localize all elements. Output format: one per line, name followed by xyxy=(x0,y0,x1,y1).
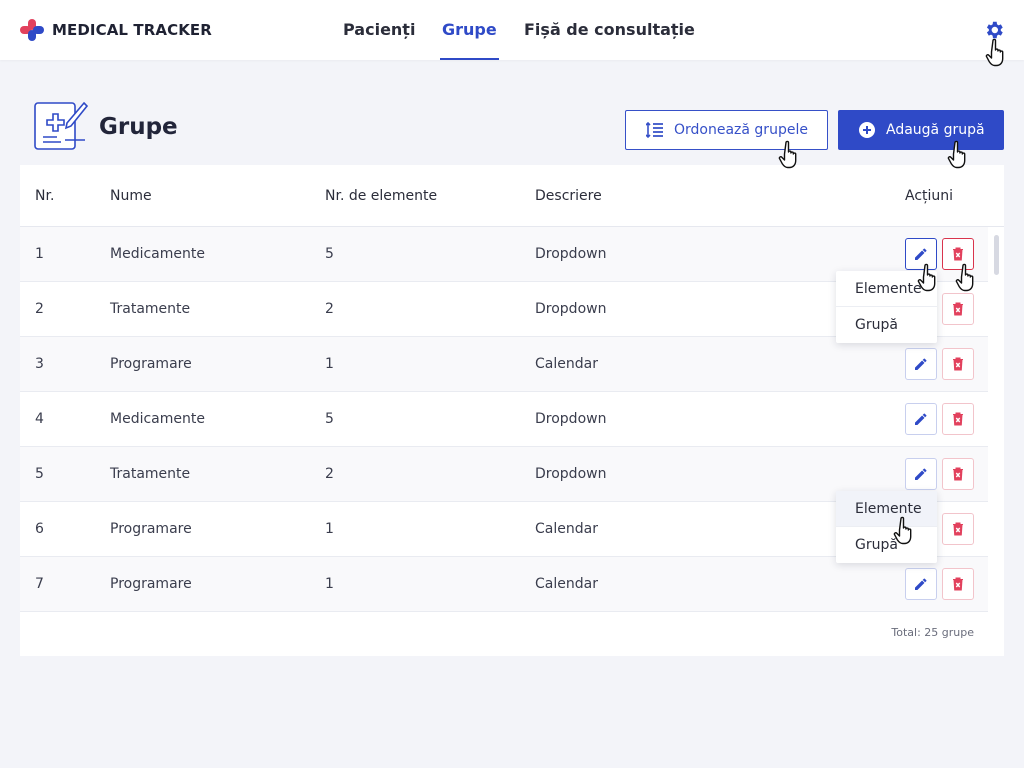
medical-cross-logo-icon xyxy=(20,19,44,41)
delete-button[interactable] xyxy=(942,403,974,435)
cell-nr: 5 xyxy=(35,466,44,482)
trash-icon xyxy=(953,247,963,261)
column-header-nr: Nr. xyxy=(35,188,55,204)
cell-name: Programare xyxy=(110,521,192,537)
pencil-icon xyxy=(915,468,927,480)
cell-description: Calendar xyxy=(535,576,598,592)
app-logo[interactable]: MEDICAL TRACKER xyxy=(20,19,212,41)
column-header-count: Nr. de elemente xyxy=(325,188,438,204)
trash-icon xyxy=(953,467,963,481)
menu-item-grupa[interactable]: Grupă xyxy=(836,307,937,343)
trash-icon xyxy=(953,522,963,536)
cell-description: Calendar xyxy=(535,521,598,537)
cell-nr: 3 xyxy=(35,356,44,372)
delete-button[interactable] xyxy=(942,293,974,325)
settings-gear-icon[interactable] xyxy=(983,19,1005,41)
column-header-description: Descriere xyxy=(535,188,602,204)
trash-icon xyxy=(953,412,963,426)
medical-clipboard-icon xyxy=(34,101,89,150)
edit-button[interactable] xyxy=(905,403,937,435)
cell-count: 1 xyxy=(325,356,334,372)
cell-name: Programare xyxy=(110,356,192,372)
cell-count: 2 xyxy=(325,301,334,317)
pencil-icon xyxy=(915,413,927,425)
cell-description: Dropdown xyxy=(535,466,607,482)
pencil-icon xyxy=(915,578,927,590)
cell-name: Tratamente xyxy=(110,466,191,482)
cell-nr: 4 xyxy=(35,411,44,427)
menu-item-grupa[interactable]: Grupă xyxy=(836,527,937,563)
cell-name: Medicamente xyxy=(110,411,205,427)
menu-item-elemente[interactable]: Elemente xyxy=(836,491,937,527)
cell-nr: 7 xyxy=(35,576,44,592)
table-header: Nr. Nume Nr. de elemente Descriere Acțiu… xyxy=(20,165,1004,227)
column-header-actions: Acțiuni xyxy=(905,188,954,204)
delete-button[interactable] xyxy=(942,513,974,545)
total-count: Total: 25 grupe xyxy=(891,626,974,639)
ordered-list-icon xyxy=(646,121,663,139)
groups-table-card: Nr. Nume Nr. de elemente Descriere Acțiu… xyxy=(20,165,1004,656)
cell-count: 1 xyxy=(325,521,334,537)
menu-item-elemente[interactable]: Elemente xyxy=(836,271,937,307)
cell-description: Dropdown xyxy=(535,301,607,317)
app-name: MEDICAL TRACKER xyxy=(52,21,212,39)
tab-grupe[interactable]: Grupe xyxy=(440,20,499,60)
delete-button[interactable] xyxy=(942,458,974,490)
tab-fisa-de-consultatie[interactable]: Fișă de consultație xyxy=(524,20,695,39)
edit-menu-row-6: Elemente Grupă xyxy=(836,491,937,563)
table-row: 3 Programare 1 Calendar xyxy=(20,337,988,392)
cell-name: Tratamente xyxy=(110,301,191,317)
table-row: 7 Programare 1 Calendar xyxy=(20,557,988,612)
add-group-button[interactable]: Adaugă grupă xyxy=(838,110,1004,150)
plus-circle-icon xyxy=(859,122,875,138)
cell-description: Calendar xyxy=(535,356,598,372)
cell-nr: 6 xyxy=(35,521,44,537)
sort-groups-label: Ordonează grupele xyxy=(674,122,808,138)
cell-name: Programare xyxy=(110,576,192,592)
cell-description: Dropdown xyxy=(535,246,607,262)
delete-button[interactable] xyxy=(942,568,974,600)
delete-button[interactable] xyxy=(942,348,974,380)
cell-nr: 2 xyxy=(35,301,44,317)
page-title: Grupe xyxy=(99,114,178,140)
pencil-icon xyxy=(915,358,927,370)
table-scrollbar[interactable] xyxy=(994,235,999,275)
trash-icon xyxy=(953,302,963,316)
sort-groups-button[interactable]: Ordonează grupele xyxy=(625,110,828,150)
top-navigation-bar: MEDICAL TRACKER Pacienți Grupe Fișă de c… xyxy=(0,0,1024,60)
trash-icon xyxy=(953,577,963,591)
cell-count: 5 xyxy=(325,246,334,262)
cell-description: Dropdown xyxy=(535,411,607,427)
edit-button[interactable] xyxy=(905,238,937,270)
table-row: 4 Medicamente 5 Dropdown xyxy=(20,392,988,447)
edit-menu-row-1: Elemente Grupă xyxy=(836,271,937,343)
cell-count: 5 xyxy=(325,411,334,427)
trash-icon xyxy=(953,357,963,371)
cell-count: 2 xyxy=(325,466,334,482)
cell-name: Medicamente xyxy=(110,246,205,262)
delete-button[interactable] xyxy=(942,238,974,270)
cell-nr: 1 xyxy=(35,246,44,262)
tab-pacienti[interactable]: Pacienți xyxy=(343,20,415,39)
add-group-label: Adaugă grupă xyxy=(886,122,985,138)
edit-button[interactable] xyxy=(905,458,937,490)
cell-count: 1 xyxy=(325,576,334,592)
edit-button[interactable] xyxy=(905,568,937,600)
pencil-icon xyxy=(915,248,927,260)
edit-button[interactable] xyxy=(905,348,937,380)
column-header-name: Nume xyxy=(110,188,152,204)
